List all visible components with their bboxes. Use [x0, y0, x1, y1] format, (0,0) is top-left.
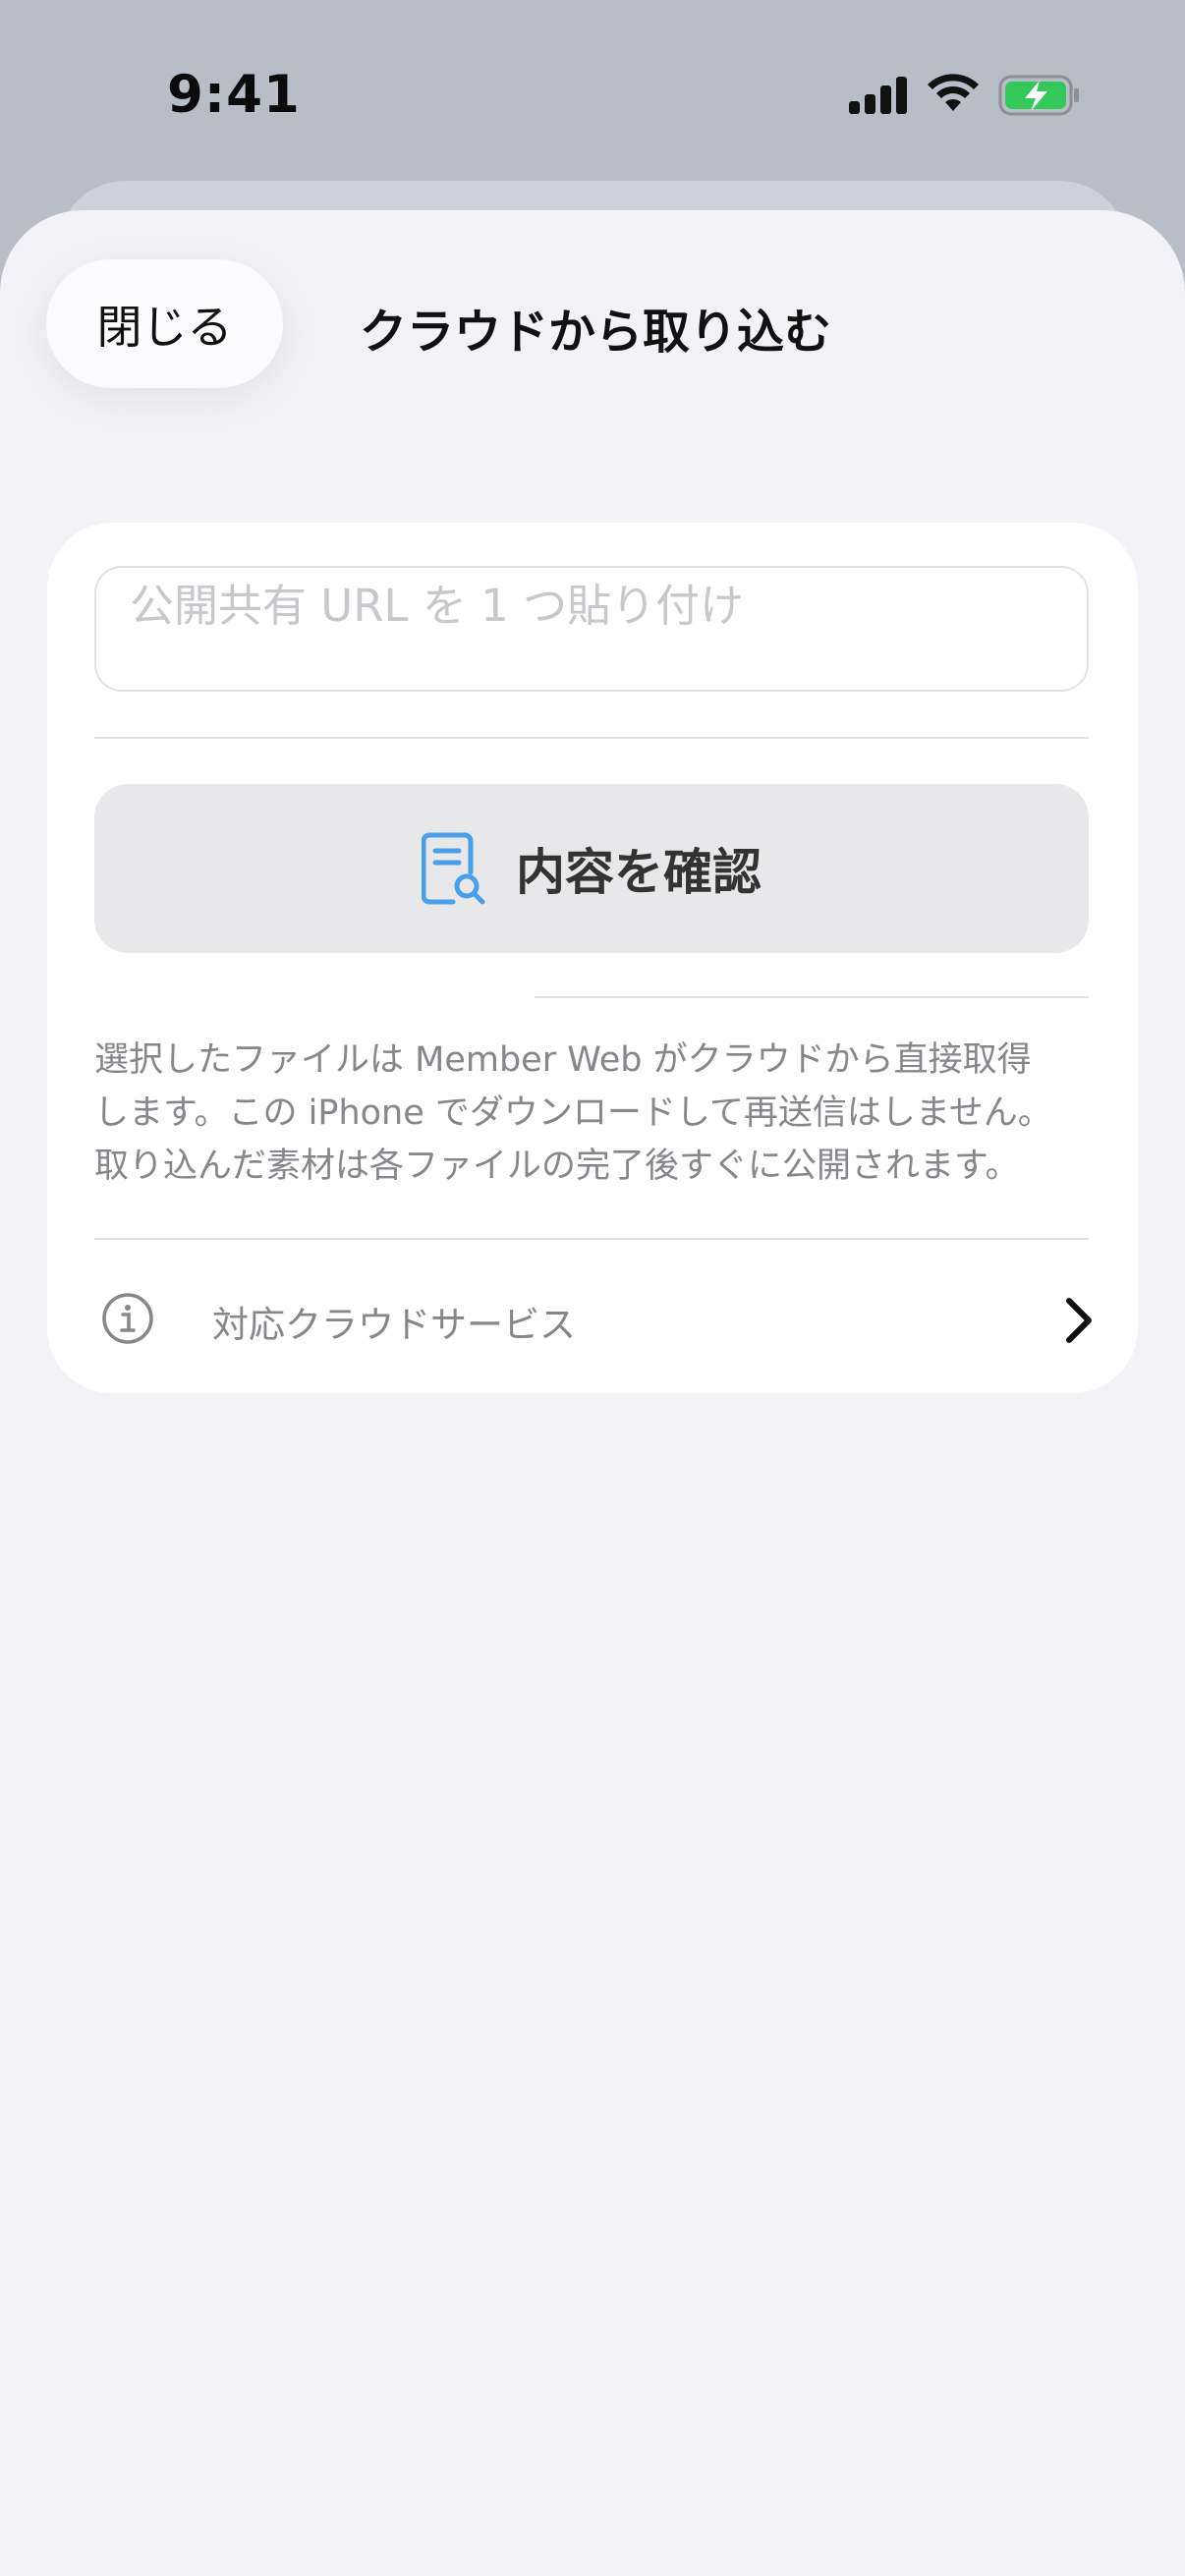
- close-button[interactable]: 閉じる: [46, 259, 283, 388]
- description-line: します。この iPhone でダウンロードして再送信はしません。: [94, 1093, 1052, 1133]
- document-search-icon: [422, 832, 485, 905]
- info-icon: [102, 1293, 153, 1344]
- status-bar: 9:41: [0, 0, 1185, 187]
- status-time: 9:41: [167, 65, 301, 125]
- divider: [94, 737, 1089, 739]
- confirm-button-label: 内容を確認: [516, 844, 762, 901]
- description-line: 選択したファイルは Member Web がクラウドから直接取得: [94, 1040, 1032, 1080]
- description-text: 選択したファイルは Member Web がクラウドから直接取得 します。この …: [94, 1034, 1116, 1193]
- import-card: 公開共有 URL を 1 つ貼り付け 内容を確認 選択したファイルは Membe…: [47, 523, 1138, 1393]
- supported-services-row[interactable]: 対応クラウドサービス: [47, 1252, 1138, 1393]
- battery-charging-icon: [998, 75, 1079, 116]
- wifi-icon: [928, 74, 979, 111]
- url-input[interactable]: 公開共有 URL を 1 つ貼り付け: [94, 566, 1089, 692]
- divider: [535, 996, 1089, 998]
- chevron-right-icon: [1066, 1298, 1092, 1343]
- confirm-content-button[interactable]: 内容を確認: [94, 784, 1089, 953]
- description-line: 取り込んだ素材は各ファイルの完了後すぐに公開されます。: [94, 1147, 1020, 1186]
- url-input-placeholder: 公開共有 URL を 1 つ貼り付け: [130, 580, 745, 632]
- sheet-title: クラウドから取り込む: [360, 305, 832, 360]
- cellular-signal-icon: [849, 75, 908, 114]
- divider: [94, 1238, 1089, 1240]
- supported-services-label: 対応クラウドサービス: [212, 1304, 576, 1346]
